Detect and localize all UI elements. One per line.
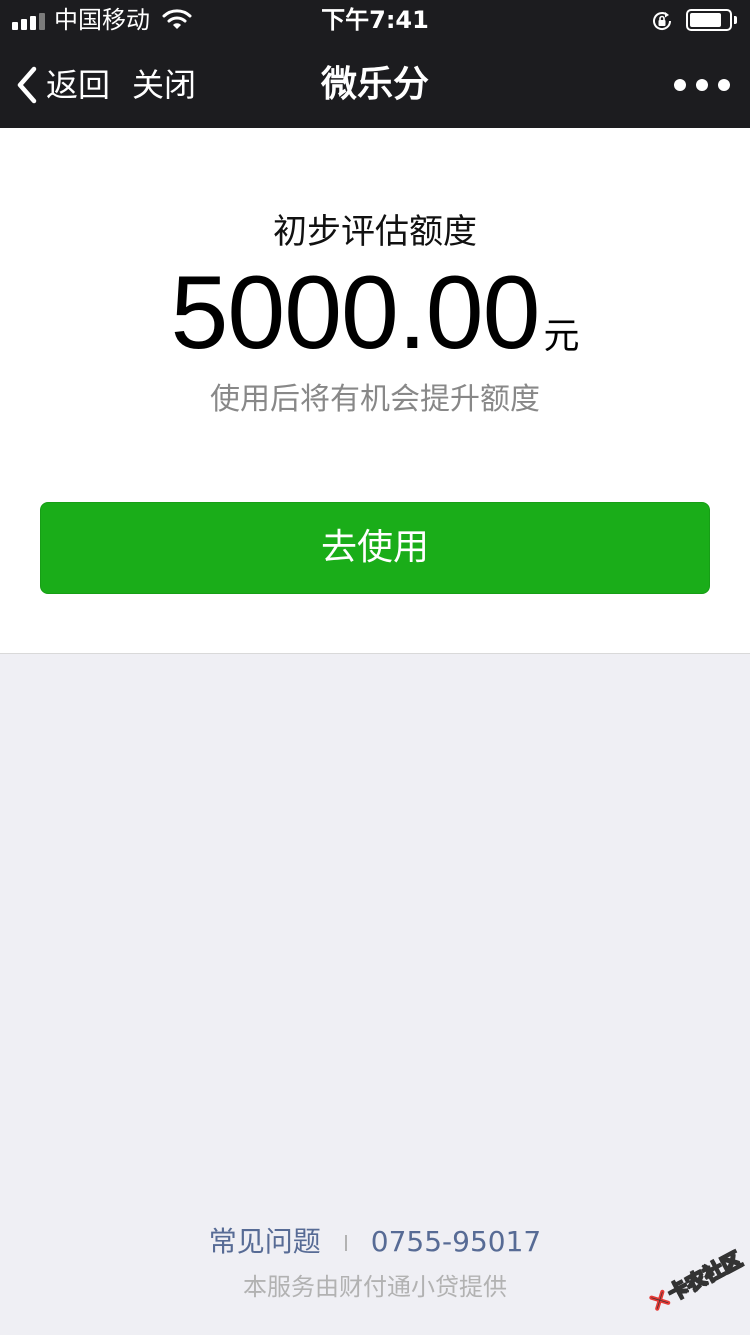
nav-bar: 返回 关闭 微乐分 bbox=[0, 40, 750, 128]
footer-divider bbox=[344, 1235, 347, 1251]
page-title: 微乐分 bbox=[320, 64, 429, 105]
credit-amount-row: 5000.00 元 bbox=[0, 258, 750, 368]
status-bar: 中国移动 下午7:41 bbox=[0, 0, 750, 40]
battery-icon bbox=[686, 9, 732, 31]
faq-link[interactable]: 常见问题 bbox=[209, 1225, 321, 1258]
rotation-lock-icon bbox=[653, 12, 672, 30]
battery-level-fill bbox=[690, 13, 721, 27]
credit-limit-card: 初步评估额度 5000.00 元 使用后将有机会提升额度 去使用 bbox=[0, 128, 750, 654]
credit-hint: 使用后将有机会提升额度 bbox=[210, 382, 540, 417]
more-icon[interactable] bbox=[674, 70, 730, 100]
app-header: 中国移动 下午7:41 返回 关闭 微乐分 bbox=[0, 0, 750, 128]
back-button[interactable]: 返回 bbox=[16, 60, 110, 110]
back-chevron-icon bbox=[17, 66, 37, 104]
battery-tip bbox=[734, 16, 737, 24]
footer-links: 常见问题 0755-95017 bbox=[0, 1222, 750, 1262]
credit-amount: 5000.00 bbox=[170, 255, 541, 371]
back-label: 返回 bbox=[46, 66, 111, 104]
close-button[interactable]: 关闭 bbox=[132, 60, 196, 110]
credit-amount-unit: 元 bbox=[543, 316, 580, 357]
hotline-link[interactable]: 0755-95017 bbox=[371, 1225, 541, 1258]
watermark-text: 卡农社区 bbox=[663, 1246, 746, 1306]
use-now-button[interactable]: 去使用 bbox=[40, 502, 710, 594]
status-time: 下午7:41 bbox=[321, 6, 429, 34]
credit-limit-label: 初步评估额度 bbox=[273, 212, 477, 252]
